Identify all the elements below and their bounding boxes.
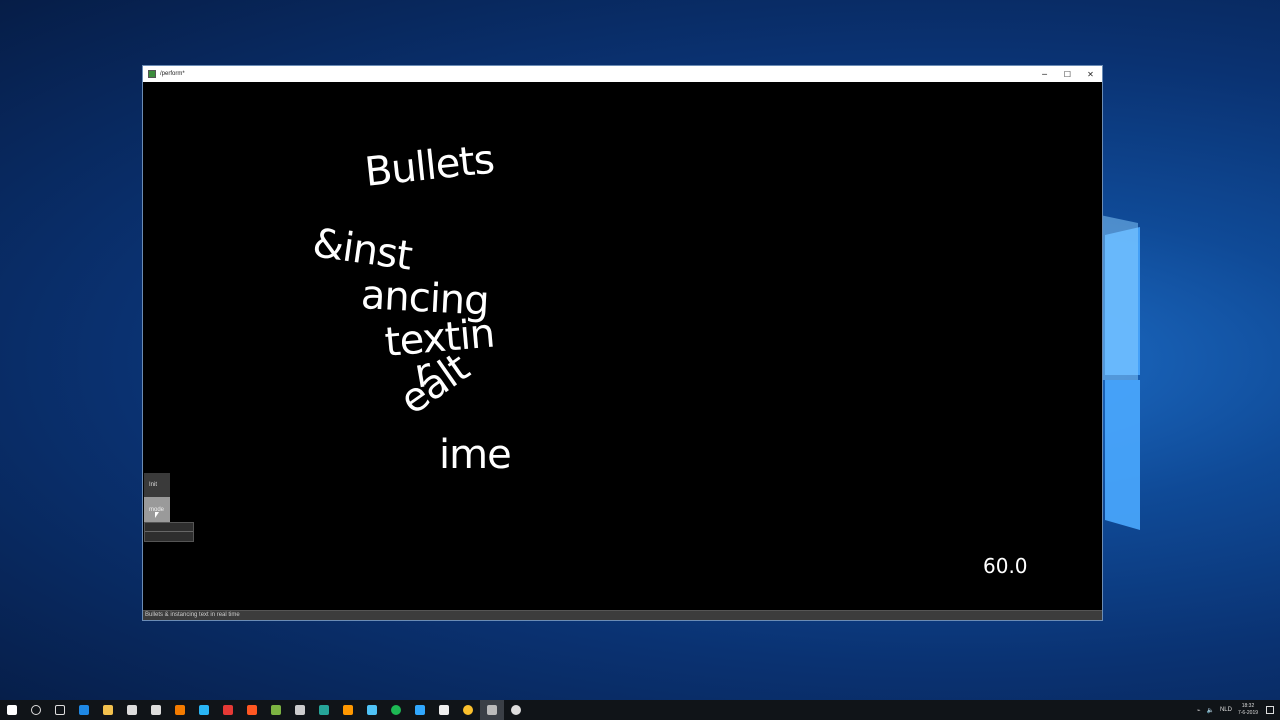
task-view-icon-glyph: [55, 705, 65, 715]
store-icon-glyph: [127, 705, 137, 715]
file-explorer-icon-glyph: [103, 705, 113, 715]
close-button[interactable]: ✕: [1079, 66, 1102, 82]
clock-date: 7-6-2019: [1237, 710, 1258, 716]
sublime-icon-glyph: [343, 705, 353, 715]
gui-slider[interactable]: [144, 522, 194, 542]
render-canvas[interactable]: Bullets &inst ancing textin r ealt ime 6…: [143, 82, 1102, 612]
chrome-icon-glyph: [463, 705, 473, 715]
app-window: /perform* ─ ☐ ✕ Bullets &inst ancing tex…: [142, 65, 1103, 621]
app-lr-icon-glyph: [319, 705, 329, 715]
canvas-word: ime: [439, 432, 512, 478]
notepad-icon-glyph: [439, 705, 449, 715]
sublime-icon[interactable]: [336, 700, 360, 720]
notification-icon[interactable]: [1266, 706, 1274, 714]
app-gun-icon[interactable]: [288, 700, 312, 720]
title-bar[interactable]: /perform* ─ ☐ ✕: [143, 66, 1102, 82]
unity-icon[interactable]: [504, 700, 528, 720]
app-gradient-icon[interactable]: [264, 700, 288, 720]
app-lr2-icon[interactable]: [360, 700, 384, 720]
file-explorer-icon[interactable]: [96, 700, 120, 720]
app-gun-icon-glyph: [295, 705, 305, 715]
edge-icon-glyph: [79, 705, 89, 715]
window-title: /perform*: [160, 71, 185, 77]
app-active-icon-glyph: [487, 705, 497, 715]
clock-time: 18:32: [1241, 703, 1255, 709]
app-gradient-icon-glyph: [271, 705, 281, 715]
app-red-icon[interactable]: [216, 700, 240, 720]
app-triangle-icon[interactable]: [192, 700, 216, 720]
fps-readout: 60.0: [983, 554, 1028, 578]
photoshop-icon[interactable]: [408, 700, 432, 720]
search-icon-glyph: [31, 705, 41, 715]
spotify-icon-glyph: [391, 705, 401, 715]
mail-icon[interactable]: [144, 700, 168, 720]
maximize-button[interactable]: ☐: [1056, 66, 1079, 82]
app-active-icon[interactable]: [480, 700, 504, 720]
app-orange-icon-glyph: [247, 705, 257, 715]
unity-icon-glyph: [511, 705, 521, 715]
mode-button[interactable]: mode: [144, 497, 170, 522]
volume-icon[interactable]: 🔈: [1206, 707, 1213, 714]
photoshop-icon-glyph: [415, 705, 425, 715]
app-red-icon-glyph: [223, 705, 233, 715]
blender-icon-glyph: [175, 705, 185, 715]
app-lr2-icon-glyph: [367, 705, 377, 715]
spotify-icon[interactable]: [384, 700, 408, 720]
taskbar: ⌁ 🔈 NLD 18:32 7-6-2019: [0, 700, 1280, 720]
store-icon[interactable]: [120, 700, 144, 720]
mouse-cursor-icon: [155, 512, 159, 518]
canvas-word: &inst: [309, 220, 415, 280]
network-icon[interactable]: ⌁: [1197, 707, 1201, 714]
app-triangle-icon-glyph: [199, 705, 209, 715]
clock[interactable]: 18:32 7-6-2019: [1238, 703, 1258, 717]
task-view-icon[interactable]: [48, 700, 72, 720]
app-lr-icon[interactable]: [312, 700, 336, 720]
search-icon[interactable]: [24, 700, 48, 720]
notepad-icon[interactable]: [432, 700, 456, 720]
system-tray: ⌁ 🔈 NLD 18:32 7-6-2019: [1197, 700, 1280, 720]
blender-icon[interactable]: [168, 700, 192, 720]
app-orange-icon[interactable]: [240, 700, 264, 720]
minimize-button[interactable]: ─: [1033, 66, 1056, 82]
edge-icon[interactable]: [72, 700, 96, 720]
app-icon: [148, 70, 156, 78]
init-button[interactable]: Init: [144, 473, 170, 497]
windows-logo-wallpaper: [1100, 215, 1140, 530]
windows-start-icon[interactable]: [0, 700, 24, 720]
slider-track: [145, 531, 193, 532]
language-indicator[interactable]: NLD: [1220, 707, 1232, 713]
status-bar: Bullets & instancing text in real time: [143, 610, 1102, 620]
chrome-icon[interactable]: [456, 700, 480, 720]
windows-start-icon-glyph: [7, 705, 17, 715]
canvas-word: Bullets: [362, 136, 496, 196]
mail-icon-glyph: [151, 705, 161, 715]
